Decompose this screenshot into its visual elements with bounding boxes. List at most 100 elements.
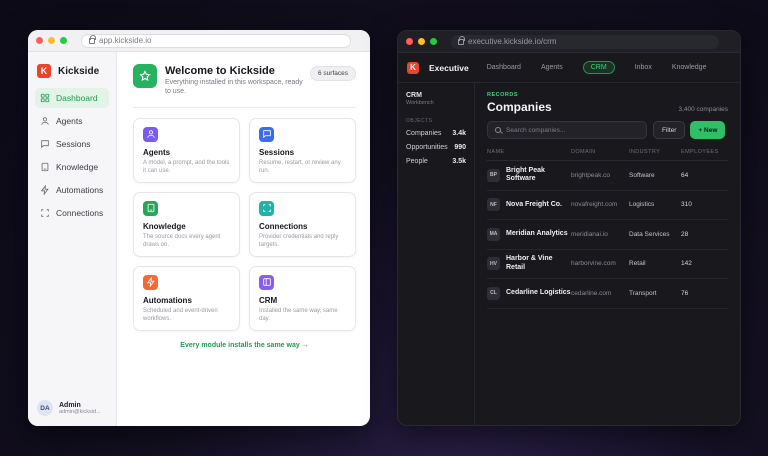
company-employees: 28 [681, 230, 689, 238]
company-domain: harborvine.com [571, 260, 616, 268]
sidebar-item-knowledge[interactable]: Knowledge [35, 157, 109, 177]
minimize-dot[interactable] [48, 37, 55, 44]
new-company-button[interactable]: + New [690, 121, 726, 139]
left-url-bar[interactable]: app.kickside.io [81, 33, 351, 48]
book-icon [40, 162, 50, 172]
maximize-dot[interactable] [60, 37, 67, 44]
divider [133, 106, 356, 108]
filter-button[interactable]: Filter [653, 121, 686, 139]
executive-crm-window: executive.kickside.io/crm K Executive Da… [397, 30, 741, 426]
close-dot[interactable] [406, 38, 413, 45]
company-employees: 64 [681, 171, 689, 179]
object-item-opportunities[interactable]: Opportunities 990 [406, 144, 466, 151]
sidebar-item-agents[interactable]: Agents [35, 111, 109, 131]
bolt-icon [40, 185, 50, 195]
welcome-header: Welcome to Kickside Everything installed… [133, 64, 356, 97]
module-cards: Agents A model, a prompt, and the tools i… [133, 117, 356, 331]
sidebar-nav: Dashboard Agents Sessions Knowledge Automati… [28, 88, 116, 223]
page-title: Welcome to Kickside [165, 65, 275, 77]
layout-icon [259, 274, 274, 290]
user-icon [40, 116, 50, 126]
sidebar-item-label: Automations [56, 185, 104, 195]
crm-sidebar: CRM Workbench OBJECTS Companies 3.4k Oppor… [398, 83, 475, 425]
brand: K Kickside [28, 64, 116, 78]
crm-title: CRM [406, 92, 422, 99]
table-row[interactable]: NF Nova Freight Co. novafreight.com Logisti… [487, 191, 728, 220]
table-row[interactable]: HV Harbor & Vine Retail harborvine.com Reta… [487, 250, 728, 279]
module-card-agents[interactable]: Agents A model, a prompt, and the tools i… [133, 117, 240, 183]
card-title: Agents [143, 147, 171, 157]
col-employees[interactable]: EMPLOYEES [681, 149, 728, 155]
company-initials: NF [487, 198, 500, 212]
right-url-text: executive.kickside.io/crm [468, 37, 557, 46]
col-domain[interactable]: DOMAIN [571, 149, 629, 155]
frame-icon [259, 200, 274, 216]
search-input[interactable]: Search companies... [487, 121, 647, 139]
company-domain: novafreight.com [571, 201, 618, 209]
card-title: Automations [143, 295, 192, 305]
module-card-automations[interactable]: Automations Scheduled and event-driven wo… [133, 265, 240, 331]
company-name[interactable]: Meridian Analytics [506, 230, 568, 238]
company-name[interactable]: Harbor & Vine Retail [506, 255, 571, 272]
companies-main: RECORDS Companies 3,400 companies Search… [475, 83, 740, 425]
card-description: Scheduled and event-driven workflows. [143, 307, 218, 322]
object-count: 990 [454, 144, 466, 151]
object-label: Opportunities [406, 144, 448, 151]
module-card-sessions[interactable]: Sessions Resume, restart, or review any r… [249, 117, 356, 183]
card-title: Connections [259, 221, 308, 231]
star-icon [133, 64, 157, 88]
company-name[interactable]: Cedarline Logistics [506, 289, 571, 297]
card-description: The source docs every agent draws on. [143, 233, 221, 248]
table-row[interactable]: CL Cedarline Logistics cedarline.com Transp… [487, 279, 728, 309]
object-count: 3.5k [452, 158, 466, 165]
company-employees: 142 [681, 260, 692, 268]
table-row[interactable]: MA Meridian Analytics meridianai.io Data Se… [487, 220, 728, 250]
left-url-text: app.kickside.io [99, 36, 152, 45]
tab-inbox[interactable]: Inbox [635, 64, 652, 71]
brand-name: Kickside [58, 65, 100, 77]
object-label: People [406, 158, 428, 165]
toolbar: Search companies... Filter + New [487, 121, 728, 139]
company-name[interactable]: Bright Peak Software [506, 167, 571, 184]
top-tabs: Dashboard Agents CRM Inbox Knowledge [487, 61, 727, 74]
avatar: DA [37, 400, 53, 416]
minimize-dot[interactable] [418, 38, 425, 45]
dashboard-main: Welcome to Kickside Everything installed… [117, 52, 370, 426]
sidebar-item-dashboard[interactable]: Dashboard [35, 88, 109, 108]
sidebar-item-label: Agents [56, 116, 83, 126]
tab-agents[interactable]: Agents [541, 64, 563, 71]
sidebar-item-label: Dashboard [56, 93, 98, 103]
book-icon [143, 200, 158, 216]
company-name[interactable]: Nova Freight Co. [506, 201, 562, 209]
bolt-icon [143, 274, 158, 290]
company-domain: meridianai.io [571, 230, 608, 238]
companies-table: BP Bright Peak Software brightpeak.co Softw… [487, 161, 728, 309]
tab-crm[interactable]: CRM [582, 61, 615, 74]
tab-knowledge[interactable]: Knowledge [672, 64, 707, 71]
company-industry: Retail [629, 260, 646, 268]
tab-dashboard[interactable]: Dashboard [487, 64, 521, 71]
sidebar-item-sessions[interactable]: Sessions [35, 134, 109, 154]
module-card-knowledge[interactable]: Knowledge The source docs every agent dra… [133, 191, 240, 257]
right-url-bar[interactable]: executive.kickside.io/crm [451, 34, 719, 49]
objects-list: Companies 3.4k Opportunities 990 People 3.5k [406, 130, 466, 165]
company-domain: cedarline.com [571, 289, 612, 297]
table-row[interactable]: BP Bright Peak Software brightpeak.co Softw… [487, 161, 728, 191]
sidebar-item-connections[interactable]: Connections [35, 203, 109, 223]
company-industry: Data Services [629, 230, 670, 238]
admin-profile[interactable]: DA Admin admin@kicksid... [37, 400, 101, 416]
close-dot[interactable] [36, 37, 43, 44]
sidebar-item-automations[interactable]: Automations [35, 180, 109, 200]
modules-link[interactable]: Every module installs the same way → [133, 342, 356, 349]
object-item-companies[interactable]: Companies 3.4k [406, 130, 466, 137]
object-item-people[interactable]: People 3.5k [406, 158, 466, 165]
sidebar-item-label: Connections [56, 208, 104, 218]
search-placeholder: Search companies... [506, 126, 566, 134]
col-industry[interactable]: INDUSTRY [629, 149, 681, 155]
chat-icon [259, 126, 274, 142]
maximize-dot[interactable] [430, 38, 437, 45]
module-card-connections[interactable]: Connections Provider credentials and repl… [249, 191, 356, 257]
col-name[interactable]: NAME [487, 149, 571, 155]
surfaces-badge: 6 surfaces [310, 66, 356, 81]
module-card-crm[interactable]: CRM Installed the same way, same day. [249, 265, 356, 331]
